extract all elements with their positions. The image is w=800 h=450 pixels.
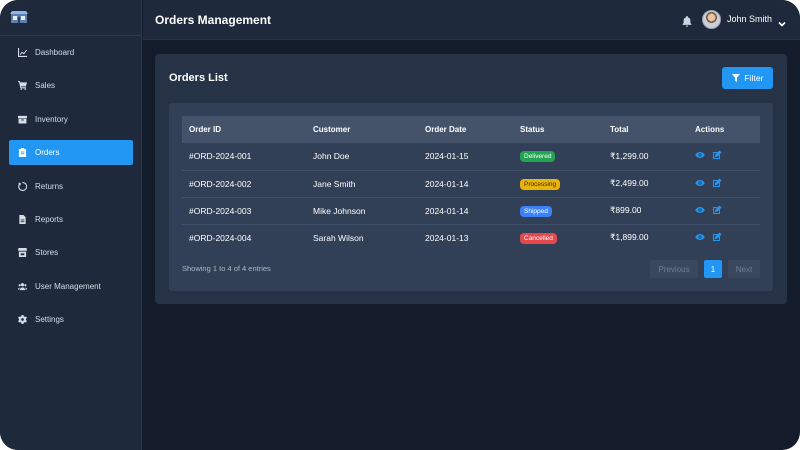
- order-id-cell: #ORD-2024-004: [189, 232, 252, 243]
- edit-icon[interactable]: [712, 150, 722, 160]
- actions-cell: [688, 143, 760, 170]
- actions-cell: [688, 197, 760, 224]
- sidebar-item-user-management[interactable]: User Management: [9, 274, 133, 299]
- customer-cell: Jane Smith: [313, 178, 356, 189]
- order-id-cell: #ORD-2024-003: [189, 205, 252, 216]
- store-logo-icon[interactable]: [9, 10, 29, 24]
- order-id-cell: #ORD-2024-001: [189, 151, 252, 162]
- sidebar-item-label: User Management: [35, 281, 101, 291]
- pagination: Previous 1 Next: [650, 260, 760, 278]
- sidebar-item-reports[interactable]: Reports: [9, 207, 133, 232]
- sidebar-item-label: Returns: [35, 181, 64, 191]
- sidebar-item-label: Dashboard: [35, 48, 75, 57]
- view-eye-icon[interactable]: [695, 150, 705, 160]
- chevron-down-icon[interactable]: [778, 15, 786, 27]
- order-date-cell: 2024-01-13: [425, 232, 469, 243]
- view-eye-icon[interactable]: [695, 178, 705, 188]
- view-eye-icon[interactable]: [695, 205, 705, 215]
- sidebar-item-label: Settings: [35, 315, 64, 325]
- sidebar-item-sales[interactable]: Sales: [9, 73, 133, 98]
- column-header-total[interactable]: Total: [603, 116, 688, 143]
- page-title: Orders Management: [155, 13, 272, 27]
- sidebar-item-label: Orders: [35, 148, 60, 158]
- total-cell: ₹1,899.00: [610, 232, 649, 243]
- sidebar-item-label: Stores: [35, 248, 59, 258]
- avatar[interactable]: [702, 10, 721, 29]
- total-cell: ₹2,499.00: [610, 178, 649, 188]
- sidebar-item-label: Inventory: [35, 114, 68, 124]
- orders-table-card: Order ID Customer Order Date Status Tota…: [169, 103, 773, 291]
- sidebar-item-label: Sales: [35, 81, 56, 91]
- edit-icon[interactable]: [712, 178, 722, 188]
- column-header-customer[interactable]: Customer: [306, 116, 418, 143]
- top-header: Orders Management John Smith: [143, 0, 800, 40]
- status-cell: Delivered: [513, 143, 603, 170]
- status-badge: Delivered: [520, 151, 556, 163]
- filter-icon: [731, 74, 740, 82]
- status-badge: Processing: [520, 178, 561, 190]
- customer-cell: John Doe: [313, 151, 350, 162]
- store-icon: [17, 248, 27, 258]
- bell-icon[interactable]: [682, 14, 692, 27]
- orders-panel: Orders List Filter Order ID Customer Ord…: [155, 54, 787, 304]
- order-date-cell: 2024-01-15: [425, 151, 469, 162]
- sidebar-item-inventory[interactable]: Inventory: [9, 107, 133, 132]
- status-cell: Processing: [513, 170, 603, 197]
- file-icon: [17, 214, 27, 224]
- chart-line-icon: [17, 48, 27, 58]
- sidebar-item-orders[interactable]: Orders: [9, 140, 133, 166]
- previous-page-button[interactable]: Previous: [650, 260, 698, 278]
- user-name[interactable]: John Smith: [727, 14, 772, 24]
- total-cell: ₹1,299.00: [610, 150, 649, 161]
- table-header-row: Order ID Customer Order Date Status Tota…: [182, 116, 760, 143]
- status-cell: Cancelled: [513, 224, 603, 251]
- filter-button[interactable]: Filter: [722, 67, 773, 89]
- cart-icon: [17, 81, 27, 91]
- gear-icon: [17, 315, 27, 325]
- status-badge: Shipped: [520, 205, 552, 217]
- table-row: #ORD-2024-002 Jane Smith 2024-01-14 Proc…: [182, 170, 760, 197]
- panel-title: Orders List: [169, 72, 228, 84]
- sidebar-nav: Dashboard Sales Inventory Orders Returns…: [9, 40, 133, 341]
- column-header-status[interactable]: Status: [513, 116, 603, 143]
- status-cell: Shipped: [513, 197, 603, 224]
- sidebar-item-label: Reports: [35, 214, 64, 224]
- sidebar-item-settings[interactable]: Settings: [9, 307, 133, 332]
- edit-icon[interactable]: [712, 205, 722, 215]
- undo-icon: [17, 181, 27, 191]
- column-header-order-id[interactable]: Order ID: [182, 116, 306, 143]
- table-row: #ORD-2024-003 Mike Johnson 2024-01-14 Sh…: [182, 197, 760, 224]
- entries-info: Showing 1 to 4 of 4 entries: [182, 264, 271, 273]
- order-date-cell: 2024-01-14: [425, 205, 469, 216]
- table-row: #ORD-2024-001 John Doe 2024-01-15 Delive…: [182, 143, 760, 170]
- next-page-button[interactable]: Next: [728, 260, 760, 278]
- page-1-button[interactable]: 1: [704, 260, 722, 278]
- customer-cell: Mike Johnson: [313, 205, 366, 216]
- sidebar: Dashboard Sales Inventory Orders Returns…: [0, 0, 142, 450]
- actions-cell: [688, 170, 760, 197]
- box-icon: [17, 114, 27, 124]
- filter-label: Filter: [744, 73, 764, 83]
- app-window: Dashboard Sales Inventory Orders Returns…: [0, 0, 800, 450]
- edit-icon[interactable]: [712, 232, 722, 242]
- orders-table: Order ID Customer Order Date Status Tota…: [182, 116, 760, 251]
- column-header-actions: Actions: [695, 125, 725, 134]
- actions-cell: [688, 224, 760, 251]
- order-date-cell: 2024-01-14: [425, 178, 469, 189]
- view-eye-icon[interactable]: [695, 232, 705, 242]
- column-header-order-date[interactable]: Order Date: [418, 116, 513, 143]
- total-cell: ₹899.00: [610, 205, 642, 215]
- users-icon: [17, 281, 27, 291]
- order-id-cell: #ORD-2024-002: [189, 178, 252, 189]
- table-row: #ORD-2024-004 Sarah Wilson 2024-01-13 Ca…: [182, 224, 760, 251]
- sidebar-item-dashboard[interactable]: Dashboard: [9, 40, 133, 65]
- clipboard-icon: [17, 148, 27, 158]
- logo-area: [0, 0, 141, 36]
- customer-cell: Sarah Wilson: [313, 232, 364, 243]
- sidebar-item-stores[interactable]: Stores: [9, 240, 133, 265]
- status-badge: Cancelled: [520, 232, 557, 244]
- sidebar-item-returns[interactable]: Returns: [9, 174, 133, 199]
